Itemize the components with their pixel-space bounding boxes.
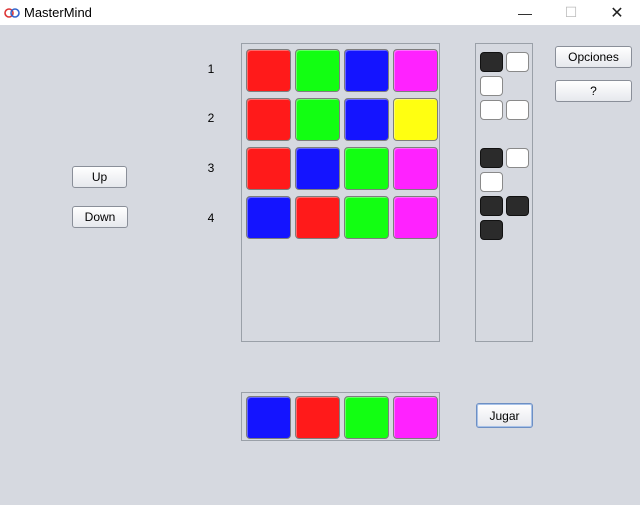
feedback-peg <box>506 196 529 216</box>
peg-r4-c2 <box>295 196 340 239</box>
close-button[interactable]: ✕ <box>594 0 640 25</box>
help-button[interactable]: ? <box>555 80 632 102</box>
row-number-1: 1 <box>207 62 215 76</box>
peg-r4-c3 <box>344 196 389 239</box>
feedback-peg <box>480 172 503 192</box>
feedback-peg <box>506 100 529 120</box>
feedback-panel <box>475 43 533 342</box>
current-guess-panel <box>241 392 440 441</box>
current-peg-4[interactable] <box>393 396 438 439</box>
current-peg-1[interactable] <box>246 396 291 439</box>
peg-r4-c4 <box>393 196 438 239</box>
play-button[interactable]: Jugar <box>476 403 533 428</box>
up-button[interactable]: Up <box>72 166 127 188</box>
feedback-peg <box>480 76 503 96</box>
row-number-2: 2 <box>207 111 215 125</box>
peg-r3-c4 <box>393 147 438 190</box>
peg-r2-c2 <box>295 98 340 141</box>
feedback-peg <box>506 52 529 72</box>
down-button[interactable]: Down <box>72 206 128 228</box>
options-button[interactable]: Opciones <box>555 46 632 68</box>
peg-r2-c1 <box>246 98 291 141</box>
peg-r1-c1 <box>246 49 291 92</box>
feedback-peg <box>506 148 529 168</box>
peg-r2-c4 <box>393 98 438 141</box>
feedback-peg <box>480 220 503 240</box>
peg-r3-c1 <box>246 147 291 190</box>
peg-r1-c3 <box>344 49 389 92</box>
minimize-button[interactable]: — <box>502 0 548 25</box>
row-number-3: 3 <box>207 161 215 175</box>
current-peg-2[interactable] <box>295 396 340 439</box>
feedback-peg <box>480 100 503 120</box>
peg-r4-c1 <box>246 196 291 239</box>
current-peg-3[interactable] <box>344 396 389 439</box>
guess-board <box>241 43 440 342</box>
peg-r2-c3 <box>344 98 389 141</box>
app-icon <box>4 7 20 18</box>
row-number-4: 4 <box>207 211 215 225</box>
peg-r1-c2 <box>295 49 340 92</box>
maximize-button[interactable]: ☐ <box>548 0 594 25</box>
peg-r3-c2 <box>295 147 340 190</box>
feedback-peg <box>480 196 503 216</box>
peg-r1-c4 <box>393 49 438 92</box>
peg-r3-c3 <box>344 147 389 190</box>
feedback-peg <box>480 52 503 72</box>
feedback-peg <box>480 148 503 168</box>
window-title: MasterMind <box>24 5 92 20</box>
